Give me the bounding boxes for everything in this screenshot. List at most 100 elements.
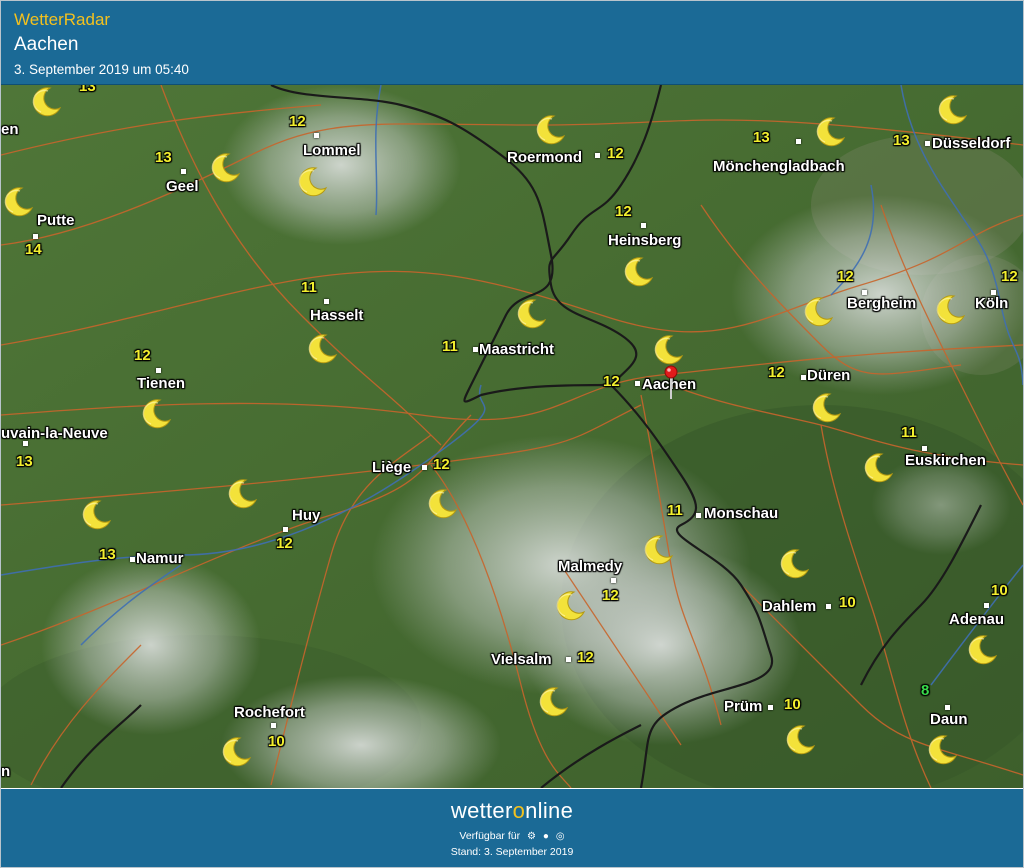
temperature-aachen: 12 [603, 373, 620, 390]
temperature-koeln: 12 [1001, 268, 1018, 285]
city-label-moenchengladbach[interactable]: Mönchengladbach [713, 158, 845, 175]
moon-crescent-icon [641, 533, 675, 567]
moon-crescent-icon [621, 255, 655, 289]
moon-crescent-icon [514, 297, 548, 331]
location-pin-icon[interactable] [663, 365, 679, 399]
city-label-malmedy[interactable]: Malmedy [558, 558, 622, 575]
status-date: Stand: 3. September 2019 [450, 846, 574, 858]
moon-crescent-icon [225, 477, 259, 511]
temperature-bergheim: 12 [837, 268, 854, 285]
city-dot[interactable] [826, 604, 831, 609]
city-label-koeln[interactable]: Köln [975, 295, 1008, 312]
city-dot[interactable] [922, 446, 927, 451]
city-label-vielsalm[interactable]: Vielsalm [491, 651, 552, 668]
city-label-lommel[interactable]: Lommel [303, 142, 361, 159]
moon-crescent-icon [536, 685, 570, 719]
city-label-putte[interactable]: Putte [37, 212, 75, 229]
city-label-daun[interactable]: Daun [930, 711, 968, 728]
city-label-rochefort[interactable]: Rochefort [234, 704, 305, 721]
moon-crescent-icon [139, 397, 173, 431]
city-dot[interactable] [635, 381, 640, 386]
city-label-maastricht[interactable]: Maastricht [479, 341, 554, 358]
city-label-monschau[interactable]: Monschau [704, 505, 778, 522]
temperature-putte: 14 [25, 241, 42, 258]
wetteronline-logo[interactable]: wetteronline [1, 798, 1023, 824]
city-dot[interactable] [130, 557, 135, 562]
temperature-moenchengladbach: 13 [753, 129, 770, 146]
city-label-namur[interactable]: Namur [136, 550, 184, 567]
city-label-tienen[interactable]: Tienen [137, 375, 185, 392]
city-label-dueren[interactable]: Düren [807, 367, 850, 384]
city-label-geel[interactable]: Geel [166, 178, 199, 195]
location-title: Aachen [14, 34, 79, 55]
city-label-duesseldorf[interactable]: Düsseldorf [932, 135, 1010, 152]
city-dot[interactable] [945, 705, 950, 710]
city-label-pruem[interactable]: Prüm [724, 698, 762, 715]
city-label-dahlem[interactable]: Dahlem [762, 598, 816, 615]
city-dot[interactable] [156, 368, 161, 373]
city-dot[interactable] [422, 465, 427, 470]
city-dot[interactable] [696, 513, 701, 518]
temperature-lommel: 12 [289, 113, 306, 130]
temperature-monschau: 11 [667, 502, 683, 519]
apple-icon[interactable]: ● [543, 831, 549, 842]
city-label-hasselt[interactable]: Hasselt [310, 307, 363, 324]
temperature-rochefort: 10 [268, 733, 285, 750]
moon-crescent-icon [801, 295, 835, 329]
city-dot[interactable] [641, 223, 646, 228]
moon-crescent-icon [79, 498, 113, 532]
weather-map[interactable]: en 13 n Lommel 12 Geel 13 Putte 14 Roermond 12 M… [1, 85, 1023, 788]
city-label-euskirchen[interactable]: Euskirchen [905, 452, 986, 469]
moon-crescent-icon [813, 115, 847, 149]
temperature-pruem: 10 [784, 696, 801, 713]
moon-crescent-icon [933, 293, 967, 327]
city-dot[interactable] [271, 723, 276, 728]
moon-crescent-icon [305, 332, 339, 366]
city-dot[interactable] [33, 234, 38, 239]
city-label-roermond[interactable]: Roermond [507, 149, 582, 166]
city-label-liege[interactable]: Liège [372, 459, 411, 476]
city-dot[interactable] [473, 347, 478, 352]
moon-crescent-icon [777, 547, 811, 581]
temperature-geel: 13 [155, 149, 172, 166]
temperature-maastricht: 11 [442, 338, 458, 355]
temperature-roermond: 12 [607, 145, 624, 162]
temperature-dueren: 12 [768, 364, 785, 381]
city-dot[interactable] [283, 527, 288, 532]
moon-crescent-icon [783, 723, 817, 757]
app-name: WetterRadar [14, 10, 111, 29]
footer: wetteronline Verfügbar für ⚙ ● ◎ Stand: … [1, 789, 1023, 867]
timestamp: 3. September 2019 um 05:40 [14, 62, 189, 77]
logo-part-nline: nline [525, 798, 574, 823]
web-icon[interactable]: ◎ [556, 831, 565, 842]
temperature-hasselt: 11 [301, 279, 317, 296]
city-dot[interactable] [181, 169, 186, 174]
city-dot[interactable] [611, 578, 616, 583]
moon-crescent-icon [935, 93, 969, 127]
edge-label-west: en [1, 121, 19, 138]
city-label-bergheim[interactable]: Bergheim [847, 295, 916, 312]
android-icon[interactable]: ⚙ [527, 831, 536, 842]
city-label-heinsberg[interactable]: Heinsberg [608, 232, 681, 249]
city-dot[interactable] [768, 705, 773, 710]
city-dot[interactable] [796, 139, 801, 144]
city-label-huy[interactable]: Huy [292, 507, 320, 524]
temperature-duesseldorf: 13 [893, 132, 910, 149]
temperature-daun: 8 [921, 682, 930, 699]
city-dot[interactable] [984, 603, 989, 608]
temperature-vielsalm: 12 [577, 649, 594, 666]
city-label-louvain[interactable]: uvain-la-Neuve [1, 425, 108, 442]
moon-crescent-icon [925, 733, 959, 767]
city-dot[interactable] [801, 375, 806, 380]
moon-crescent-icon [533, 113, 567, 147]
city-dot[interactable] [595, 153, 600, 158]
availability-text: Verfügbar für [459, 830, 521, 842]
city-dot[interactable] [925, 141, 930, 146]
moon-crescent-icon [651, 333, 685, 367]
temperature-dahlem: 10 [839, 594, 856, 611]
city-dot[interactable] [324, 299, 329, 304]
city-dot[interactable] [314, 133, 319, 138]
city-label-adenau[interactable]: Adenau [949, 611, 1004, 628]
city-dot[interactable] [566, 657, 571, 662]
moon-crescent-icon [425, 487, 459, 521]
